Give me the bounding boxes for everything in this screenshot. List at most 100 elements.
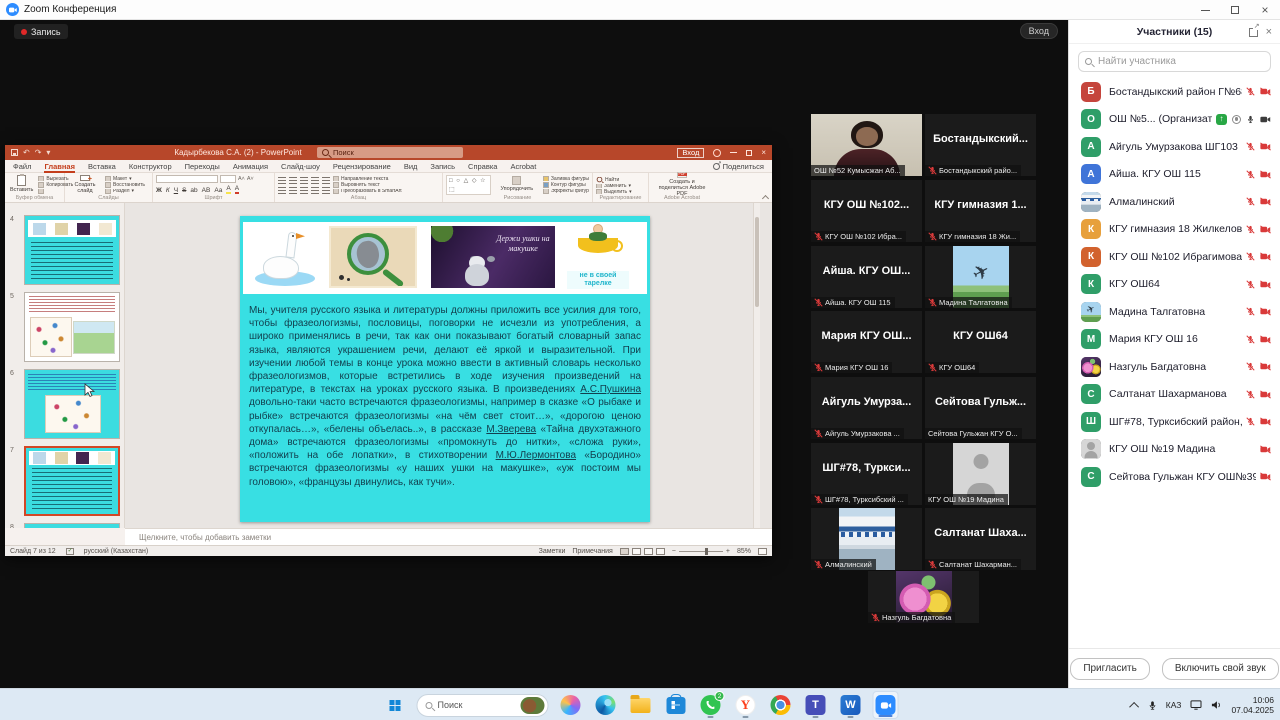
video-tile[interactable]: КГУ ОШ №102...КГУ ОШ №102 Ибра... bbox=[811, 180, 922, 242]
taskbar-app-word[interactable]: W bbox=[838, 691, 864, 719]
reset-button[interactable]: Восстановить bbox=[105, 182, 145, 187]
slide-thumbnail-7[interactable]: 7 bbox=[5, 446, 125, 520]
font-size-select[interactable] bbox=[220, 175, 236, 183]
ppt-search-box[interactable]: Поиск bbox=[317, 147, 463, 158]
ribbon-tab-справка[interactable]: Справка bbox=[468, 160, 497, 173]
comments-toggle[interactable]: Примечания bbox=[572, 548, 612, 555]
shape-effects-button[interactable]: Эффекты фигур bbox=[543, 189, 589, 194]
taskbar-app-whatsapp[interactable]: 2 bbox=[698, 691, 724, 719]
video-tile[interactable]: Назгуль Багдатовна bbox=[868, 571, 979, 623]
text-shadow-button[interactable]: ab bbox=[190, 187, 197, 194]
shapes-gallery[interactable]: □ ○ △ ◇ ☆ ⬚ bbox=[446, 175, 491, 195]
taskbar-app-zoom[interactable] bbox=[873, 691, 899, 719]
text-direction-button[interactable]: Направление текста bbox=[333, 176, 411, 181]
participant-row[interactable]: ББостандыкский район Г№68 (Я) bbox=[1069, 78, 1280, 106]
participant-row[interactable]: Назгуль Багдатовна bbox=[1069, 353, 1280, 381]
thumbnail-preview[interactable] bbox=[24, 292, 120, 362]
slide-thumbnail-pane[interactable]: 4 5 6 7 8 bbox=[5, 203, 125, 528]
participant-row[interactable]: ККГУ ОШ №102 Ибрагимова С.Т. bbox=[1069, 243, 1280, 271]
ppt-maximize-button[interactable] bbox=[746, 150, 752, 156]
shrink-font-button[interactable]: А˅ bbox=[247, 176, 254, 182]
video-tile[interactable]: Мария КГУ ОШ...Мария КГУ ОШ 16 bbox=[811, 311, 922, 373]
slide-edit-area[interactable]: Держи ушки на макушкене в своей тарелке … bbox=[125, 203, 762, 528]
thumbnail-preview[interactable] bbox=[24, 446, 120, 516]
slide-thumbnail-5[interactable]: 5 bbox=[5, 292, 125, 366]
shape-fill-button[interactable]: Заливка фигуры bbox=[543, 176, 589, 181]
tray-display-icon[interactable] bbox=[1190, 700, 1202, 710]
invite-button[interactable]: Пригласить bbox=[1070, 658, 1150, 680]
language-indicator[interactable]: русский (Казахстан) bbox=[84, 548, 149, 555]
font-color-button[interactable]: А bbox=[235, 185, 239, 194]
ribbon-tab-вставка[interactable]: Вставка bbox=[88, 160, 116, 173]
ppt-minimize-button[interactable] bbox=[730, 152, 737, 153]
collapse-ribbon-button[interactable] bbox=[762, 195, 769, 200]
popout-icon[interactable] bbox=[1249, 28, 1258, 37]
ribbon-tab-анимация[interactable]: Анимация bbox=[233, 160, 268, 173]
participant-row[interactable]: ШШГ#78, Турксибский район, Ко... bbox=[1069, 408, 1280, 436]
slide-thumbnail-4[interactable]: 4 bbox=[5, 215, 125, 289]
numbering-icon[interactable] bbox=[289, 177, 297, 184]
taskbar-app-explorer[interactable] bbox=[628, 691, 654, 719]
align-center-icon[interactable] bbox=[289, 187, 297, 194]
account-icon[interactable] bbox=[713, 149, 721, 157]
slide-image-husky[interactable]: Держи ушки на макушке bbox=[431, 226, 555, 288]
qat-dropdown-icon[interactable]: ▾ bbox=[46, 148, 50, 157]
normal-view-button[interactable] bbox=[620, 548, 629, 555]
arrange-button[interactable]: Упорядочить bbox=[494, 175, 540, 194]
taskbar-app-chrome[interactable] bbox=[768, 691, 794, 719]
fit-slide-button[interactable] bbox=[758, 548, 767, 555]
slide-image-plate[interactable]: не в своей тарелке bbox=[567, 224, 629, 290]
decrease-indent-icon[interactable] bbox=[300, 177, 308, 184]
line-spacing-icon[interactable] bbox=[322, 177, 330, 184]
save-icon[interactable] bbox=[11, 149, 18, 156]
bullets-icon[interactable] bbox=[278, 177, 286, 184]
increase-indent-icon[interactable] bbox=[311, 177, 319, 184]
video-tile[interactable]: Салтанат Шаха...Салтанат Шахарман... bbox=[925, 508, 1036, 570]
share-button[interactable]: Поделиться bbox=[713, 160, 764, 173]
zoom-signin-button[interactable]: Вход bbox=[1020, 23, 1058, 39]
video-tile[interactable]: ✈Мадина Талгатовна bbox=[925, 246, 1036, 308]
redo-icon[interactable]: ↷ bbox=[35, 148, 42, 157]
paste-button[interactable]: Вставить bbox=[8, 175, 35, 194]
start-button[interactable] bbox=[382, 691, 408, 719]
participant-row[interactable]: ККГУ ОШ64 bbox=[1069, 271, 1280, 299]
video-tile[interactable]: Айша. КГУ ОШ...Айша. КГУ ОШ 115 bbox=[811, 246, 922, 308]
participant-row[interactable]: ААйгуль Умурзакова ШГ103 bbox=[1069, 133, 1280, 161]
ribbon-tab-вид[interactable]: Вид bbox=[404, 160, 418, 173]
justify-icon[interactable] bbox=[311, 187, 319, 194]
character-spacing-button[interactable]: АВ bbox=[202, 187, 211, 194]
search-daily-image[interactable] bbox=[521, 697, 545, 714]
taskbar-app-store[interactable] bbox=[663, 691, 689, 719]
zoom-slider[interactable]: −+ bbox=[672, 548, 730, 555]
video-tile[interactable]: ОШ №52 Кумысжан Аб... bbox=[811, 114, 922, 176]
tray-volume-icon[interactable] bbox=[1211, 700, 1222, 710]
slide-sorter-view-button[interactable] bbox=[632, 548, 641, 555]
video-tile[interactable]: ШГ#78, Туркси...ШГ#78, Турксибский ... bbox=[811, 443, 922, 505]
select-button[interactable]: Выделить ▾ bbox=[596, 189, 632, 194]
video-tile[interactable]: Бостандыкский...Бостандыкский райо... bbox=[925, 114, 1036, 176]
participant-row[interactable]: Алмалинский bbox=[1069, 188, 1280, 216]
align-left-icon[interactable] bbox=[278, 187, 286, 194]
minimize-button[interactable] bbox=[1190, 0, 1220, 20]
change-case-button[interactable]: Аа bbox=[214, 187, 222, 194]
maximize-button[interactable] bbox=[1220, 0, 1250, 20]
video-tile[interactable]: Айгуль Умурза...Айгуль Умурзакова ... bbox=[811, 377, 922, 439]
slide-text-block[interactable]: Мы, учителя русского языка и литературы … bbox=[249, 304, 641, 489]
participant-row[interactable]: ✈Мадина Талгатовна bbox=[1069, 298, 1280, 326]
participant-search[interactable] bbox=[1078, 51, 1271, 72]
quick-access-toolbar[interactable]: ↶ ↷ ▾ bbox=[5, 148, 50, 157]
undo-icon[interactable]: ↶ bbox=[23, 148, 30, 157]
slide-image-goose[interactable] bbox=[251, 226, 321, 288]
layout-button[interactable]: Макет ▾ bbox=[105, 176, 145, 181]
participant-row[interactable]: ООШ №5... (Организатор)↑ bbox=[1069, 106, 1280, 134]
slide-canvas[interactable]: Держи ушки на макушкене в своей тарелке … bbox=[240, 216, 650, 522]
participant-row[interactable]: КГУ ОШ №19 Мадина bbox=[1069, 436, 1280, 464]
underline-button[interactable]: Ч bbox=[174, 187, 178, 194]
tray-expand-icon[interactable] bbox=[1129, 701, 1139, 711]
taskbar-app-teams[interactable]: T bbox=[803, 691, 829, 719]
reading-view-button[interactable] bbox=[644, 548, 653, 555]
thumbnail-preview[interactable] bbox=[24, 215, 120, 285]
unmute-button[interactable]: Включить свой звук bbox=[1162, 658, 1279, 680]
participant-row[interactable]: ККГУ гимназия 18 Жилкелова С К bbox=[1069, 216, 1280, 244]
participant-row[interactable]: ММария КГУ ОШ 16 bbox=[1069, 326, 1280, 354]
